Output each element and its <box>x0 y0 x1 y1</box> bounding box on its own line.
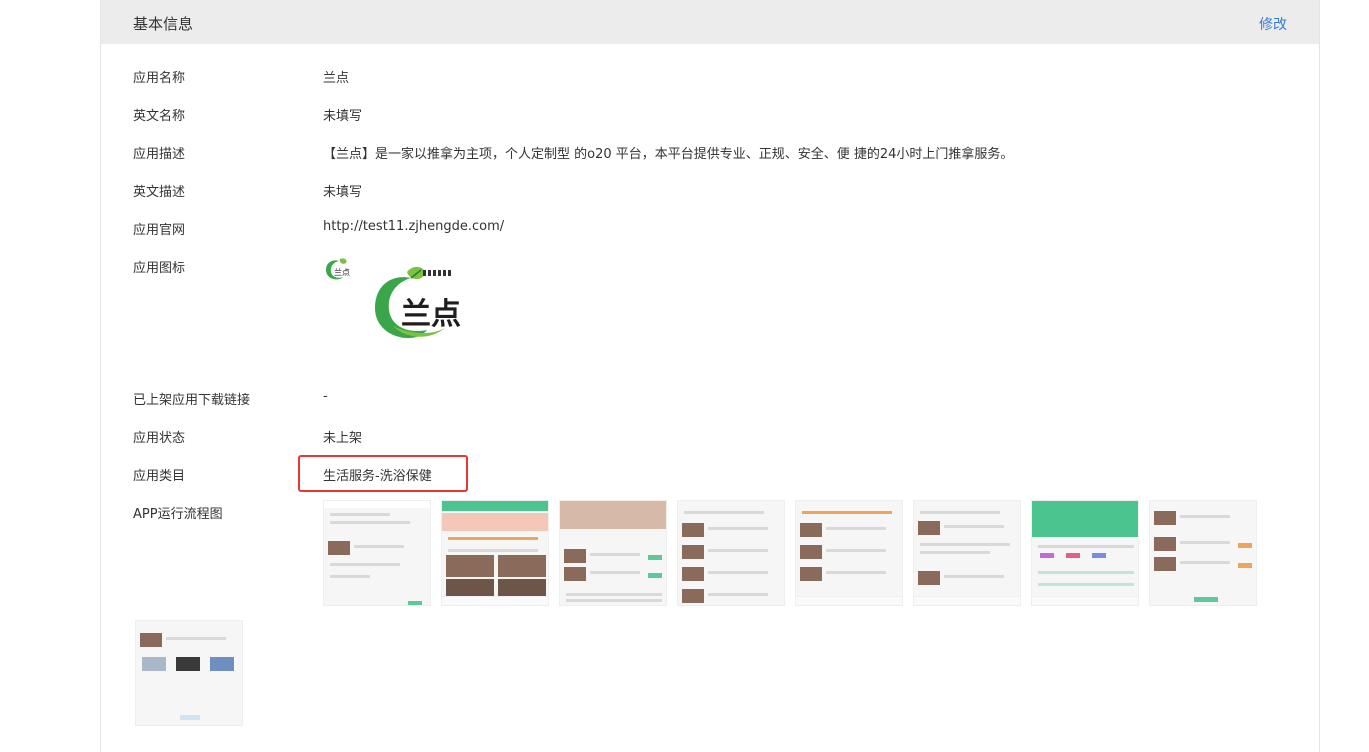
flow-screenshot-3[interactable] <box>559 500 667 606</box>
value-download-link: - <box>323 389 328 404</box>
flow-screenshot-7[interactable] <box>1031 500 1139 606</box>
panel-title: 基本信息 <box>133 15 194 33</box>
flow-screenshot-2[interactable] <box>441 500 549 606</box>
value-app-status: 未上架 <box>323 431 363 446</box>
label-app-status: 应用状态 <box>133 431 186 446</box>
value-english-name: 未填写 <box>323 109 363 124</box>
label-flow-chart: APP运行流程图 <box>133 507 223 522</box>
label-app-icon: 应用图标 <box>133 261 186 276</box>
flow-screenshot-5[interactable] <box>795 500 903 606</box>
app-icon-large: 兰点 <box>375 266 461 339</box>
label-download-link: 已上架应用下载链接 <box>133 393 251 408</box>
value-app-website[interactable]: http://test11.zjhengde.com/ <box>323 219 504 234</box>
app-icon-small: 兰点 <box>326 258 350 280</box>
large-logo-text: 兰点 <box>401 297 461 332</box>
flow-screenshot-4[interactable] <box>677 500 785 606</box>
label-app-category: 应用类目 <box>133 469 186 484</box>
value-app-description: 【兰点】是一家以推拿为主项，个人定制型 的o20 平台，本平台提供专业、正规、安… <box>323 147 1014 162</box>
label-english-description: 英文描述 <box>133 185 186 200</box>
flow-screenshot-6[interactable] <box>913 500 1021 606</box>
category-highlight-box <box>298 455 468 492</box>
panel-header: 基本信息 修改 <box>101 0 1319 44</box>
label-app-website: 应用官网 <box>133 223 186 238</box>
small-logo-text: 兰点 <box>334 267 350 277</box>
flow-screenshot-8[interactable] <box>1149 500 1257 606</box>
label-app-description: 应用描述 <box>133 147 186 162</box>
flow-screenshot-9[interactable] <box>135 620 243 726</box>
value-app-name: 兰点 <box>323 71 350 86</box>
value-english-description: 未填写 <box>323 185 363 200</box>
edit-link[interactable]: 修改 <box>1259 14 1287 34</box>
label-app-name: 应用名称 <box>133 71 186 86</box>
flow-screenshot-1[interactable] <box>323 500 431 606</box>
label-english-name: 英文名称 <box>133 109 186 124</box>
basic-info-panel: 基本信息 修改 应用名称 兰点 英文名称 未填写 应用描述 【兰点】是一家以推拿… <box>100 0 1320 752</box>
